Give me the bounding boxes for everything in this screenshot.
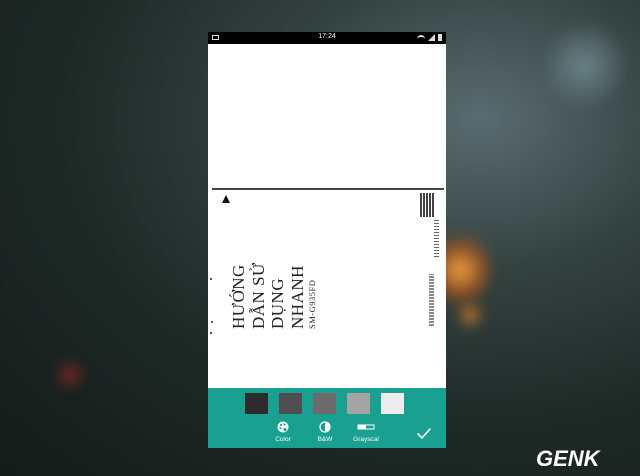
status-time: 17:24	[318, 33, 336, 40]
bw-mode-label: B&W	[317, 436, 333, 443]
color-mode-button[interactable]: Color	[265, 419, 301, 448]
battery-icon	[438, 34, 442, 41]
document-title: HƯỚNG DẪN SỬ DỤNG NHANH SM-G935FD	[229, 229, 320, 329]
document-fold-line	[212, 188, 444, 190]
scan-speck	[210, 278, 212, 280]
filter-mode-row: Color B&W Grayscal	[208, 419, 446, 448]
grayscale-mode-button[interactable]: Grayscal	[348, 419, 384, 448]
filter-toolbar: Color B&W Grayscal	[208, 388, 446, 448]
model-number: SM-G935FD	[307, 279, 317, 329]
background-orange-light-small	[455, 300, 485, 330]
color-mode-label: Color	[275, 436, 291, 443]
scanned-document[interactable]: HƯỚNG DẪN SỬ DỤNG NHANH SM-G935FD	[208, 44, 446, 388]
bw-mode-button[interactable]: B&W	[307, 419, 343, 448]
scan-speck	[210, 332, 212, 334]
background-light	[540, 20, 630, 110]
contrast-icon	[319, 421, 331, 433]
fine-print-vertical	[429, 274, 434, 326]
scan-speck	[211, 321, 213, 323]
swatch-lightgray[interactable]	[347, 393, 370, 414]
phone-screen: 17:24 HƯỚNG DẪN SỬ DỤNG NHANH SM-G935FD	[208, 32, 446, 448]
title-line-2: DẪN SỬ	[248, 262, 268, 329]
wifi-icon	[417, 34, 425, 41]
confirm-button[interactable]	[411, 419, 437, 448]
grayscale-mode-label: Grayscal	[353, 436, 379, 443]
swatch-darkgray[interactable]	[279, 393, 302, 414]
genk-logo-text: GENK	[536, 446, 602, 471]
title-line-1: HƯỚNG	[229, 264, 248, 329]
title-line-4: NHANH	[287, 265, 307, 329]
checkmark-icon	[417, 428, 431, 439]
genk-logo: GENK	[536, 446, 602, 471]
swatch-gray[interactable]	[313, 393, 336, 414]
status-bar: 17:24	[208, 32, 446, 44]
grayscale-slider-icon	[357, 424, 375, 430]
fine-print-block	[434, 219, 439, 257]
status-icons	[417, 34, 442, 41]
palette-icon	[277, 421, 289, 433]
swatch-white[interactable]	[381, 393, 404, 414]
background-red-light	[55, 360, 85, 390]
color-swatch-row	[208, 393, 446, 415]
title-line-3: DỤNG	[268, 277, 287, 329]
swatch-dark[interactable]	[245, 393, 268, 414]
qr-code-icon	[420, 193, 434, 217]
arrow-up-icon	[222, 195, 230, 203]
signal-icon	[428, 34, 435, 41]
